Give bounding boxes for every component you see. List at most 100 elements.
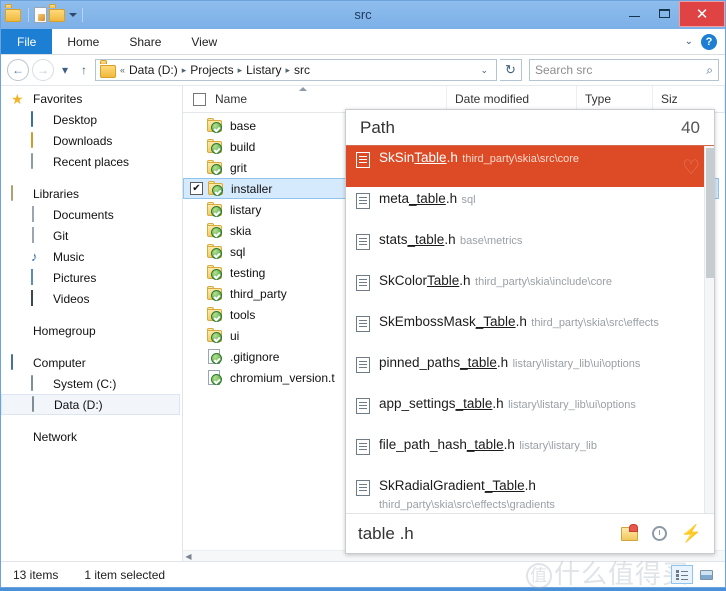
sidebar-item-system-c[interactable]: System (C:) xyxy=(1,373,182,394)
sidebar-label-videos: Videos xyxy=(53,292,89,306)
tab-home[interactable]: Home xyxy=(52,29,114,54)
file-name: ui xyxy=(230,329,239,343)
sidebar-spacer-3 xyxy=(1,341,182,352)
list-item[interactable]: file_path_hash_table.h listary\listary_l… xyxy=(346,433,714,474)
tab-file[interactable]: File xyxy=(1,29,52,54)
sidebar-spacer-2 xyxy=(1,309,182,320)
selection-status: 1 item selected xyxy=(84,568,165,582)
up-button[interactable]: ↑ xyxy=(76,59,92,81)
history-icon[interactable] xyxy=(652,526,667,541)
breadcrumb-item-projects[interactable]: Projects xyxy=(187,63,236,77)
forward-button[interactable]: → xyxy=(32,59,54,81)
list-item[interactable]: SkColorTable.h third_party\skia\include\… xyxy=(346,269,714,310)
recent-locations-button[interactable]: ▾ xyxy=(57,59,73,81)
header-file-icon xyxy=(356,234,370,250)
column-label-type: Type xyxy=(585,92,611,106)
list-item[interactable]: SkEmbossMask_Table.h third_party\skia\sr… xyxy=(346,310,714,351)
result-name: SkEmbossMask_Table.h xyxy=(379,314,527,329)
listary-search-input[interactable]: table .h xyxy=(358,524,414,544)
folder-icon xyxy=(206,286,223,301)
sidebar-label-favorites: Favorites xyxy=(33,92,82,106)
sidebar-item-data-d[interactable]: Data (D:) xyxy=(1,394,180,415)
close-button[interactable]: ✕ xyxy=(679,1,725,27)
search-icon[interactable]: ⌕ xyxy=(706,63,713,78)
address-folder-icon xyxy=(100,63,116,77)
list-item[interactable]: SkSinTable.h third_party\skia\src\core ♡ xyxy=(346,146,714,187)
sidebar-item-recent-places[interactable]: Recent places xyxy=(1,151,182,172)
maximize-button[interactable] xyxy=(649,2,679,24)
sidebar-item-pictures[interactable]: Pictures xyxy=(1,267,182,288)
header-file-icon xyxy=(356,480,370,496)
sidebar-group-favorites[interactable]: ★ Favorites xyxy=(1,88,182,109)
header-file-icon xyxy=(356,193,370,209)
sidebar-label-system-c: System (C:) xyxy=(53,377,116,391)
file-name: .gitignore xyxy=(230,350,279,364)
sidebar-item-videos[interactable]: Videos xyxy=(1,288,182,309)
breadcrumb-item-listary[interactable]: Listary xyxy=(243,63,284,77)
list-item[interactable]: pinned_paths_table.h listary\listary_lib… xyxy=(346,351,714,392)
file-name: installer xyxy=(231,182,272,196)
minimize-button[interactable] xyxy=(619,2,649,24)
sidebar-group-libraries[interactable]: Libraries xyxy=(1,183,182,204)
network-icon xyxy=(11,429,27,445)
folder-icon xyxy=(207,181,224,196)
sidebar-group-network[interactable]: Network xyxy=(1,426,182,447)
details-view-icon[interactable] xyxy=(671,565,693,584)
scroll-left-icon[interactable]: ◀ xyxy=(183,551,194,562)
sidebar-item-documents[interactable]: Documents xyxy=(1,204,182,225)
file-icon xyxy=(206,349,223,364)
breadcrumb-item-data[interactable]: Data (D:) xyxy=(126,63,181,77)
list-item[interactable]: stats_table.h base\metrics xyxy=(346,228,714,269)
address-dropdown-icon[interactable]: ⌄ xyxy=(474,65,494,76)
refresh-button[interactable]: ↻ xyxy=(500,59,522,81)
tab-view[interactable]: View xyxy=(176,29,232,54)
breadcrumb-item-src[interactable]: src xyxy=(291,63,313,77)
chevron-down-icon[interactable]: ⌄ xyxy=(685,36,693,47)
sidebar-group-homegroup[interactable]: Homegroup xyxy=(1,320,182,341)
help-icon[interactable]: ? xyxy=(701,34,717,50)
folder-icon xyxy=(206,307,223,322)
back-button[interactable]: ← xyxy=(7,59,29,81)
favorites-icon[interactable] xyxy=(621,527,638,541)
sidebar-item-downloads[interactable]: Downloads xyxy=(1,130,182,151)
folder-icon xyxy=(206,223,223,238)
sort-ascending-icon xyxy=(299,87,307,91)
sidebar-item-desktop[interactable]: Desktop xyxy=(1,109,182,130)
quick-switch-icon[interactable]: ⚡ xyxy=(681,526,702,541)
breadcrumb-overflow[interactable]: « xyxy=(119,65,126,75)
result-path: third_party\skia\src\core xyxy=(462,153,579,165)
search-input[interactable]: Search src ⌕ xyxy=(529,59,719,81)
thumbnail-view-icon[interactable] xyxy=(695,565,717,584)
sidebar-label-documents: Documents xyxy=(53,208,114,222)
folder-icon xyxy=(206,244,223,259)
sidebar-label-computer: Computer xyxy=(33,356,86,370)
file-icon xyxy=(206,370,223,385)
list-item[interactable]: app_settings_table.h listary\listary_lib… xyxy=(346,392,714,433)
list-item[interactable]: meta_table.h sql xyxy=(346,187,714,228)
status-bar: 13 items 1 item selected 值什么值得买 xyxy=(1,561,725,587)
result-path: sql xyxy=(462,194,476,206)
select-all-checkbox[interactable] xyxy=(193,93,206,106)
computer-icon xyxy=(11,355,27,371)
listary-header-label: Path xyxy=(360,118,395,138)
result-name: stats_table.h xyxy=(379,232,456,247)
address-bar: ← → ▾ ↑ « Data (D:) ▸ Projects ▸ Listary… xyxy=(1,55,725,86)
sidebar-item-music[interactable]: ♪ Music xyxy=(1,246,182,267)
breadcrumb[interactable]: « Data (D:) ▸ Projects ▸ Listary ▸ src ⌄ xyxy=(95,59,497,81)
file-name: testing xyxy=(230,266,265,280)
listary-result-count: 40 xyxy=(681,118,700,138)
listary-scrollbar[interactable] xyxy=(704,146,714,513)
sidebar-item-git[interactable]: Git xyxy=(1,225,182,246)
column-label-name: Name xyxy=(215,92,247,106)
file-name: tools xyxy=(230,308,255,322)
sidebar-group-computer[interactable]: Computer xyxy=(1,352,182,373)
list-item[interactable]: SkRadialGradient_Table.h third_party\ski… xyxy=(346,474,714,513)
listary-search-bar: table .h ⚡ xyxy=(346,513,714,553)
music-icon: ♪ xyxy=(31,249,47,265)
heart-icon[interactable]: ♡ xyxy=(682,155,700,180)
title-bar: src ✕ xyxy=(1,1,725,29)
folder-icon xyxy=(206,328,223,343)
tab-share[interactable]: Share xyxy=(114,29,176,54)
listary-scroll-thumb[interactable] xyxy=(706,148,714,278)
row-checkbox[interactable]: ✔ xyxy=(190,182,203,195)
